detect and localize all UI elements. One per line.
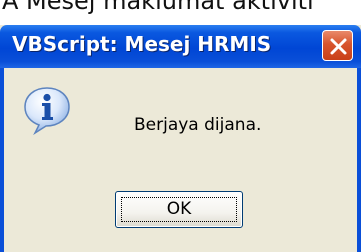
info-icon [24, 87, 70, 135]
ok-button-label: OK [166, 199, 192, 219]
dialog-frame-left [0, 68, 4, 252]
background-caption: A Mesej maklumat aktiviti [2, 0, 314, 15]
message-dialog: VBScript: Mesej HRMIS Berjaya dijana. OK [0, 25, 361, 252]
dialog-titlebar[interactable]: VBScript: Mesej HRMIS [0, 25, 361, 68]
dialog-title: VBScript: Mesej HRMIS [12, 32, 272, 56]
close-button[interactable] [322, 30, 353, 61]
dialog-frame-right [357, 68, 361, 252]
dialog-message: Berjaya dijana. [134, 115, 262, 135]
ok-button[interactable]: OK [115, 191, 243, 228]
close-icon [330, 38, 347, 55]
